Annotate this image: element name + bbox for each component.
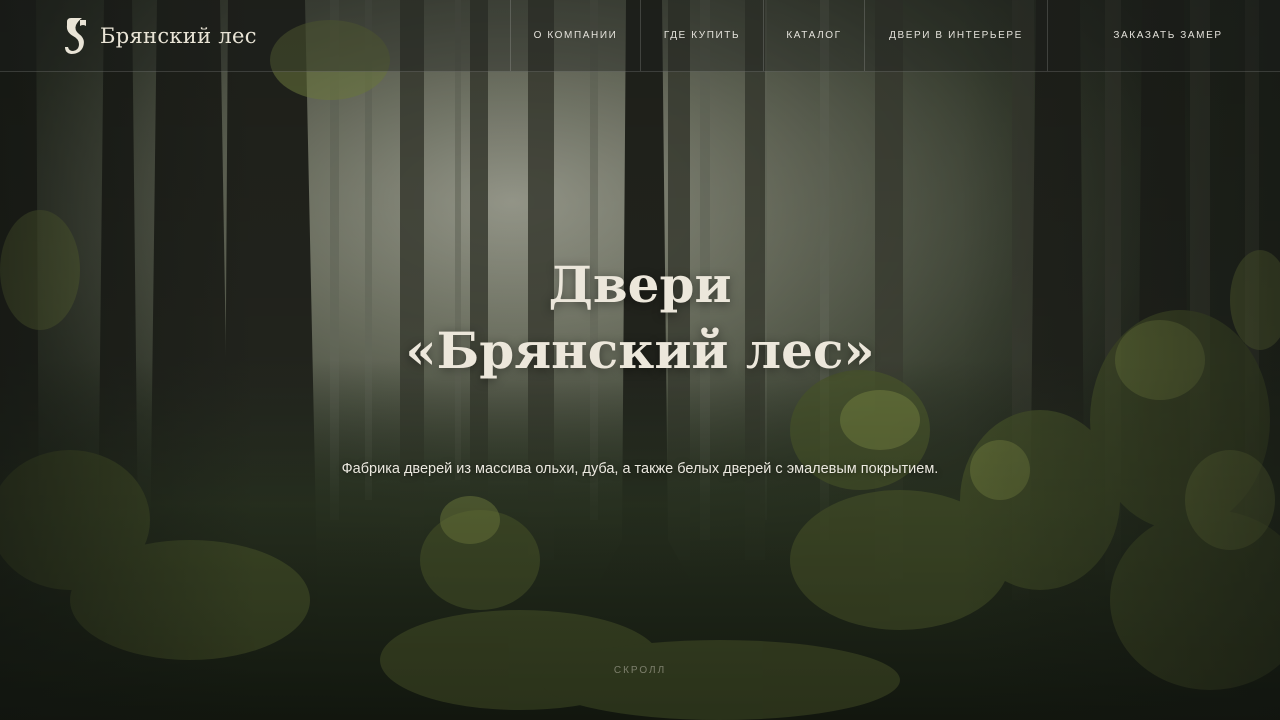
logo-link[interactable]: Брянский лес xyxy=(62,16,257,56)
logo-text: Брянский лес xyxy=(100,24,257,48)
logo-icon xyxy=(65,18,86,54)
hero-title: Двери «Брянский лес» xyxy=(240,252,1040,384)
hero-title-line-1: Двери xyxy=(548,255,732,314)
nav-item-doors-in-interior[interactable]: ДВЕРИ В ИНТЕРЬЕРЕ xyxy=(864,0,1048,71)
nav-item-catalog[interactable]: КАТАЛОГ xyxy=(763,0,864,71)
main-nav: О КОМПАНИИ ГДЕ КУПИТЬ КАТАЛОГ ДВЕРИ В ИН… xyxy=(510,0,1048,71)
landing-page: Брянский лес О КОМПАНИИ ГДЕ КУПИТЬ КАТАЛ… xyxy=(0,0,1280,720)
hero-subtitle: Фабрика дверей из массива ольхи, дуба, а… xyxy=(341,461,939,477)
nav-item-about[interactable]: О КОМПАНИИ xyxy=(510,0,640,71)
site-header: Брянский лес О КОМПАНИИ ГДЕ КУПИТЬ КАТАЛ… xyxy=(0,0,1280,72)
order-measurement-button[interactable]: ЗАКАЗАТЬ ЗАМЕР xyxy=(1090,0,1246,71)
scroll-hint-link[interactable]: СКРОЛЛ xyxy=(540,665,740,676)
hero-title-line-2: «Брянский лес» xyxy=(405,321,875,380)
nav-item-where-to-buy[interactable]: ГДЕ КУПИТЬ xyxy=(640,0,763,71)
